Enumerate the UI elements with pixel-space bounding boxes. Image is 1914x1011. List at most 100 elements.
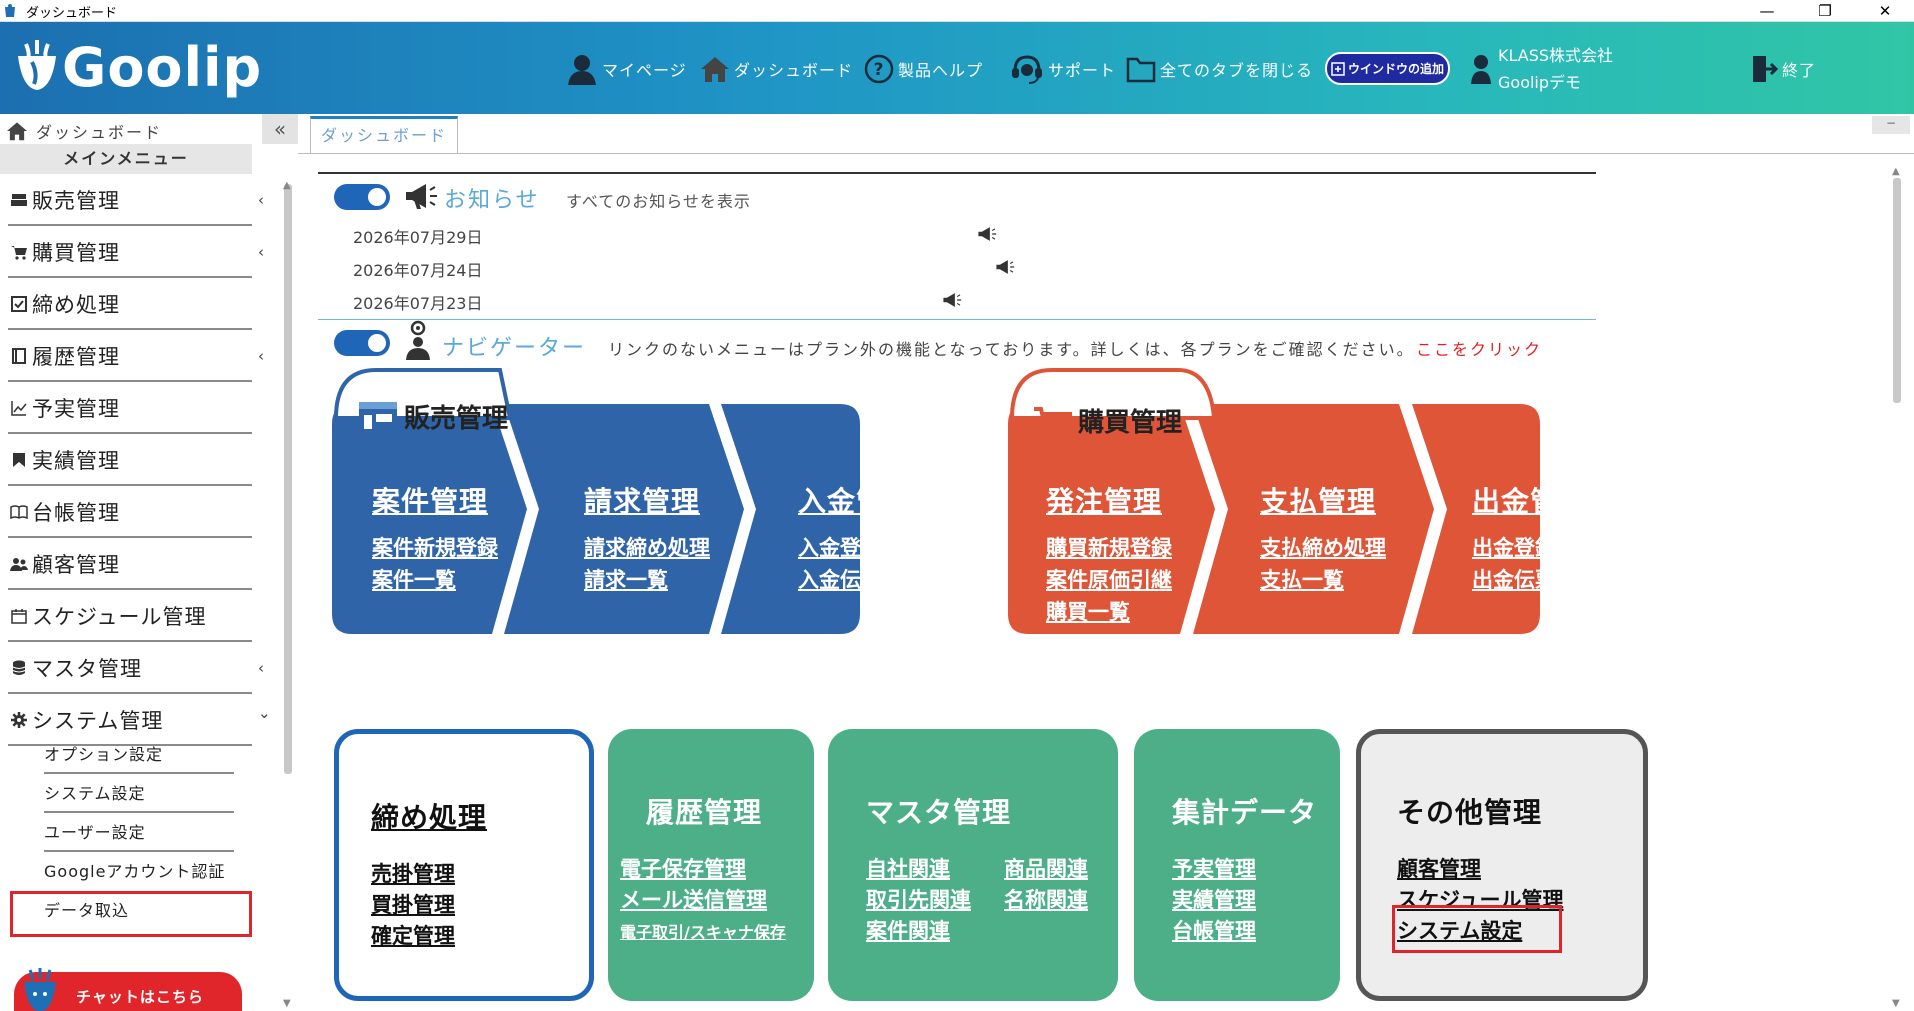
disbursement-slip-list-link[interactable]: 出金伝票一覧 [1472, 564, 1598, 594]
chat-button[interactable]: チャットはこちら [14, 968, 242, 1011]
billing-closing-link[interactable]: 請求締め処理 [584, 532, 710, 562]
chevron-left-icon[interactable]: ‹ [258, 659, 265, 677]
navigator-toggle[interactable] [334, 330, 390, 356]
case-related-link[interactable]: 案件関連 [866, 915, 950, 945]
notice-date[interactable]: 2026年07月23日 [353, 290, 482, 314]
notice-date[interactable]: 2026年07月29日 [353, 224, 482, 248]
sidebar-dashboard-link[interactable]: ダッシュボード [36, 119, 162, 143]
payment-list-link[interactable]: 支払一覧 [1260, 564, 1344, 594]
company-name: KLASS株式会社 [1498, 46, 1614, 65]
customer-link[interactable]: 顧客管理 [1397, 853, 1481, 883]
payment-closing-link[interactable]: 支払締め処理 [1260, 532, 1386, 562]
scroll-down-icon[interactable]: ▼ [283, 998, 291, 1009]
goolip-logo[interactable]: Goolip [14, 34, 261, 104]
store-icon [359, 402, 397, 429]
sidebar-item-results[interactable]: 実績管理 [8, 436, 252, 486]
scroll-up-icon[interactable]: ▲ [283, 180, 291, 191]
master-title: マスタ管理 [866, 796, 1012, 829]
restore-button[interactable]: ❐ [1802, 0, 1848, 22]
closing-box: 締め処理 売掛管理 買掛管理 確定管理 [334, 729, 594, 1001]
register-icon [8, 189, 30, 211]
summary-box: 集計データ 予実管理 実績管理 台帳管理 [1134, 729, 1340, 1001]
add-window-button[interactable]: ウインドウの追加 [1325, 52, 1450, 85]
close-all-tabs-link[interactable]: 全てのタブを閉じる [1126, 52, 1313, 86]
sidebar-item-sales[interactable]: 販売管理 ‹ [8, 176, 264, 226]
e-storage-link[interactable]: 電子保存管理 [620, 853, 746, 883]
confirmation-link[interactable]: 確定管理 [371, 920, 455, 950]
user-info[interactable]: KLASS株式会社 Goolipデモ [1470, 42, 1613, 98]
sidebar-item-budget[interactable]: 予実管理 [8, 384, 252, 434]
sidebar-item-history[interactable]: 履歴管理 ‹ [8, 332, 264, 382]
mypage-link[interactable]: マイページ [566, 52, 687, 86]
receipt-title[interactable]: 入金管理 [798, 480, 914, 520]
product-related-link[interactable]: 商品関連 [1004, 853, 1088, 883]
disbursement-register-link[interactable]: 出金登録 [1472, 532, 1556, 562]
sidebar-collapse-button[interactable]: « [262, 114, 298, 144]
chevron-left-icon[interactable]: ‹ [258, 347, 265, 365]
closing-title[interactable]: 締め処理 [371, 796, 487, 836]
billing-title[interactable]: 請求管理 [584, 480, 700, 520]
support-link[interactable]: サポート [1010, 52, 1116, 86]
navigator-person-icon [406, 320, 430, 360]
results-link[interactable]: 実績管理 [1172, 884, 1256, 914]
chevron-down-icon[interactable]: ⌄ [258, 704, 272, 722]
sidebar-item-master[interactable]: マスタ管理 ‹ [8, 644, 264, 694]
sub-item-user-settings[interactable]: ユーザー設定 [44, 814, 234, 852]
purchase-list-link[interactable]: 購買一覧 [1046, 596, 1130, 626]
tab-minimize-button[interactable]: − [1872, 116, 1910, 134]
close-button[interactable]: ✕ [1862, 0, 1908, 22]
notice-toggle[interactable] [334, 184, 390, 210]
e-transaction-link[interactable]: 電子取引/スキャナ保存 [620, 919, 786, 943]
ledger-link[interactable]: 台帳管理 [1172, 915, 1256, 945]
sidebar-item-ledger[interactable]: 台帳管理 [8, 488, 252, 538]
show-all-notices-link[interactable]: すべてのお知らせを表示 [566, 188, 751, 212]
own-company-link[interactable]: 自社関連 [866, 853, 950, 883]
sidebar-item-schedule[interactable]: スケジュール管理 [8, 592, 252, 642]
order-note: （発注書等発行） [1036, 662, 1196, 686]
case-list-link[interactable]: 案件一覧 [372, 564, 456, 594]
product-help-link[interactable]: ? 製品ヘルプ [864, 52, 983, 86]
calendar-icon [8, 605, 30, 627]
tab-dashboard[interactable]: ダッシュボード [310, 116, 458, 153]
sidebar-scrollbar[interactable] [284, 184, 292, 774]
name-related-link[interactable]: 名称関連 [1004, 884, 1088, 914]
budget-link[interactable]: 予実管理 [1172, 853, 1256, 883]
chevron-left-icon[interactable]: ‹ [258, 243, 265, 261]
sidebar-item-customers[interactable]: 顧客管理 [8, 540, 252, 590]
receivables-link[interactable]: 売掛管理 [371, 858, 455, 888]
exit-link[interactable]: 終了 [1750, 52, 1816, 86]
main-menu-heading: メインメニュー [0, 144, 252, 174]
receipt-register-link[interactable]: 入金登録 [798, 532, 882, 562]
mail-send-link[interactable]: メール送信管理 [620, 884, 767, 914]
scroll-down-icon[interactable]: ▼ [1892, 998, 1900, 1009]
home-icon [7, 122, 27, 141]
sub-item-system-settings[interactable]: システム設定 [44, 775, 234, 813]
sub-item-google-auth[interactable]: Googleアカウント認証 [44, 853, 234, 891]
chat-label: チャットはこちら [76, 988, 204, 1006]
payables-link[interactable]: 買掛管理 [371, 889, 455, 919]
user-icon [1471, 55, 1491, 84]
dashboard-link[interactable]: ダッシュボード [700, 52, 853, 86]
business-partner-link[interactable]: 取引先関連 [866, 884, 971, 914]
sidebar-item-purchase[interactable]: 購買管理 ‹ [8, 228, 264, 278]
sidebar-item-closing[interactable]: 締め処理 [8, 280, 252, 330]
exit-door-icon [1753, 56, 1778, 82]
billing-list-link[interactable]: 請求一覧 [584, 564, 668, 594]
case-new-link[interactable]: 案件新規登録 [372, 532, 498, 562]
disbursement-title[interactable]: 出金管理 [1472, 480, 1588, 520]
notice-date[interactable]: 2026年07月24日 [353, 257, 482, 281]
scroll-up-icon[interactable]: ▲ [1892, 166, 1900, 177]
chevron-left-icon[interactable]: ‹ [258, 191, 265, 209]
sub-item-option-settings[interactable]: オプション設定 [44, 736, 234, 774]
cost-transfer-link[interactable]: 案件原価引継 [1046, 564, 1172, 594]
case-management-title[interactable]: 案件管理 [372, 480, 488, 520]
order-title[interactable]: 発注管理 [1046, 480, 1162, 520]
content-scrollbar[interactable] [1893, 178, 1901, 403]
plan-info-link[interactable]: ここをクリック [1416, 336, 1542, 360]
receipt-slip-list-link[interactable]: 入金伝票一覧 [798, 564, 924, 594]
payment-title[interactable]: 支払管理 [1260, 480, 1376, 520]
minimize-button[interactable]: — [1744, 0, 1790, 22]
purchase-new-link[interactable]: 購買新規登録 [1046, 532, 1172, 562]
cart-icon [8, 241, 30, 263]
purchase-heading: 購買管理 [1078, 408, 1183, 438]
